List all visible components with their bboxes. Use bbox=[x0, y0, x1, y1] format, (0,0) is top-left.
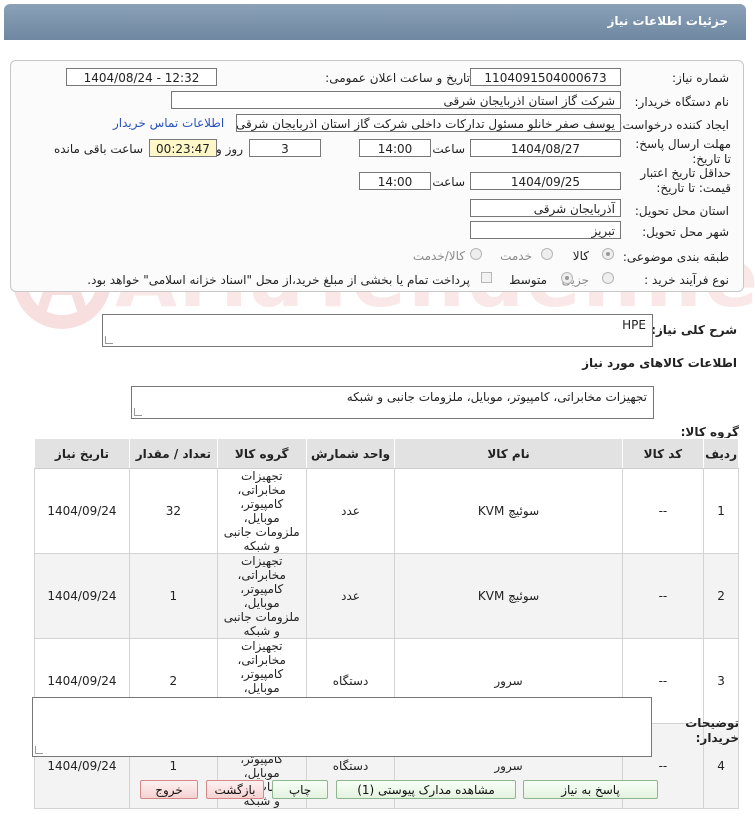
category-option-goods-service: کالا/خدمت bbox=[412, 249, 465, 263]
table-row[interactable]: 1 -- سوئیچ KVM عدد تجهیزات مخابراتی، کام… bbox=[34, 468, 739, 554]
category-label: طبقه بندی موضوعی: bbox=[622, 250, 729, 264]
requester-field: یوسف صفر خانلو مسئول تدارکات داخلی شرکت … bbox=[236, 114, 621, 132]
cell-group: تجهیزات مخابراتی، کامپیوتر، موبایل، ملزو… bbox=[216, 553, 307, 639]
category-radio-goods-service[interactable] bbox=[470, 248, 482, 260]
payment-note: پرداخت تمام یا بخشی از مبلغ خرید،از محل … bbox=[87, 273, 470, 287]
days-label: روز و bbox=[216, 142, 243, 156]
summary-value: HPE bbox=[622, 318, 646, 332]
category-option-service: خدمت bbox=[500, 249, 532, 263]
cell-quantity: 32 bbox=[128, 468, 218, 554]
cell-row-number: 2 bbox=[703, 553, 739, 639]
remaining-time-field: 00:23:47 bbox=[149, 139, 217, 157]
col-header-name: نام کالا bbox=[394, 438, 623, 469]
window-titlebar: جزئیات اطلاعات نیاز bbox=[4, 4, 746, 40]
cell-name: سوئیچ KVM bbox=[394, 553, 623, 639]
col-header-group: گروه کالا bbox=[216, 438, 307, 469]
table-row[interactable]: 2 -- سوئیچ KVM عدد تجهیزات مخابراتی، کام… bbox=[34, 553, 739, 639]
goods-group-field: تجهیزات مخابراتی، کامپیوتر، موبایل، ملزو… bbox=[131, 386, 654, 419]
announce-label: تاریخ و ساعت اعلان عمومی: bbox=[325, 71, 470, 85]
validity-time-label: ساعت bbox=[432, 175, 465, 189]
process-radio-minor[interactable] bbox=[602, 272, 614, 284]
cell-unit: عدد bbox=[305, 553, 396, 639]
deadline-time-label: ساعت bbox=[432, 142, 465, 156]
back-button[interactable]: بازگشت bbox=[206, 780, 264, 799]
buyer-org-label: نام دستگاه خریدار: bbox=[634, 95, 730, 109]
treasury-checkbox[interactable] bbox=[481, 272, 492, 283]
resize-grip-icon[interactable] bbox=[134, 408, 142, 416]
goods-group-value: تجهیزات مخابراتی، کامپیوتر، موبایل، ملزو… bbox=[346, 390, 647, 404]
window-title: جزئیات اطلاعات نیاز bbox=[607, 14, 728, 28]
summary-label: شرح کلی نیاز: bbox=[651, 323, 737, 337]
view-attachments-button[interactable]: مشاهده مدارک پیوستی (1) bbox=[336, 780, 516, 799]
cell-date: 1404/09/24 bbox=[34, 468, 130, 554]
province-label: استان محل تحویل: bbox=[634, 204, 729, 218]
resize-grip-icon[interactable] bbox=[105, 336, 113, 344]
print-button[interactable]: چاپ bbox=[272, 780, 328, 799]
validity-label: حداقل تاریخ اعتبار قیمت: تا تاریخ: bbox=[640, 166, 731, 195]
cell-unit: عدد bbox=[305, 468, 396, 554]
cell-row-number: 3 bbox=[703, 638, 739, 724]
province-field: آذربایجان شرقی bbox=[470, 199, 621, 217]
resize-grip-icon[interactable] bbox=[35, 746, 43, 754]
cell-group: تجهیزات مخابراتی، کامپیوتر، موبایل، ملزو… bbox=[216, 468, 307, 554]
cell-name: سوئیچ KVM bbox=[394, 468, 623, 554]
category-radio-service[interactable] bbox=[541, 248, 553, 260]
process-option-medium: متوسط bbox=[509, 273, 547, 287]
days-field: 3 bbox=[249, 139, 321, 157]
exit-button[interactable]: خروج bbox=[140, 780, 198, 799]
cell-code: -- bbox=[621, 468, 705, 554]
deadline-label: مهلت ارسال پاسخ: تا تاریخ: bbox=[635, 137, 731, 166]
buyer-org-field: شرکت گاز استان اذربایجان شرقی bbox=[171, 91, 621, 109]
buyer-notes-label: توضیحات خریدار: bbox=[685, 716, 739, 745]
need-number-label: شماره نیاز: bbox=[672, 71, 729, 85]
goods-group-label: گروه کالا: bbox=[680, 425, 739, 439]
validity-time-field: 14:00 bbox=[359, 172, 431, 190]
buyer-contact-link[interactable]: اطلاعات تماس خریدار bbox=[113, 116, 224, 130]
col-header-unit: واحد شمارش bbox=[305, 438, 396, 469]
deadline-date-field: 1404/08/27 bbox=[470, 139, 621, 157]
requester-label: ایجاد کننده درخواست: bbox=[618, 118, 729, 132]
cell-quantity: 1 bbox=[128, 553, 218, 639]
buyer-notes-field[interactable] bbox=[32, 697, 652, 757]
cell-code: -- bbox=[621, 553, 705, 639]
col-header-quantity: تعداد / مقدار bbox=[128, 438, 218, 469]
summary-field: HPE bbox=[102, 314, 653, 347]
goods-section-title: اطلاعات کالاهای مورد نیاز bbox=[582, 356, 737, 370]
col-header-code: کد کالا bbox=[621, 438, 705, 469]
cell-row-number: 1 bbox=[703, 468, 739, 554]
process-radio-medium[interactable] bbox=[561, 272, 573, 284]
city-label: شهر محل تحویل: bbox=[642, 225, 729, 239]
process-label: نوع فرآیند خرید : bbox=[644, 273, 729, 287]
announce-field: 1404/08/24 - 12:32 bbox=[66, 68, 217, 86]
cell-date: 1404/09/24 bbox=[34, 553, 130, 639]
category-option-goods: کالا bbox=[572, 249, 589, 263]
col-header-date: تاریخ نیاز bbox=[34, 438, 130, 469]
deadline-time-field: 14:00 bbox=[359, 139, 431, 157]
remaining-label: ساعت باقی مانده bbox=[53, 142, 143, 156]
need-number-field: 1104091504000673 bbox=[470, 68, 621, 86]
category-radio-goods[interactable] bbox=[602, 248, 614, 260]
table-header-row: ردیف کد کالا نام کالا واحد شمارش گروه کا… bbox=[34, 438, 739, 469]
validity-date-field: 1404/09/25 bbox=[470, 172, 621, 190]
city-field: تبریز bbox=[470, 221, 621, 239]
reply-button[interactable]: پاسخ به نیاز bbox=[523, 780, 658, 799]
col-header-row-number: ردیف bbox=[703, 438, 739, 469]
